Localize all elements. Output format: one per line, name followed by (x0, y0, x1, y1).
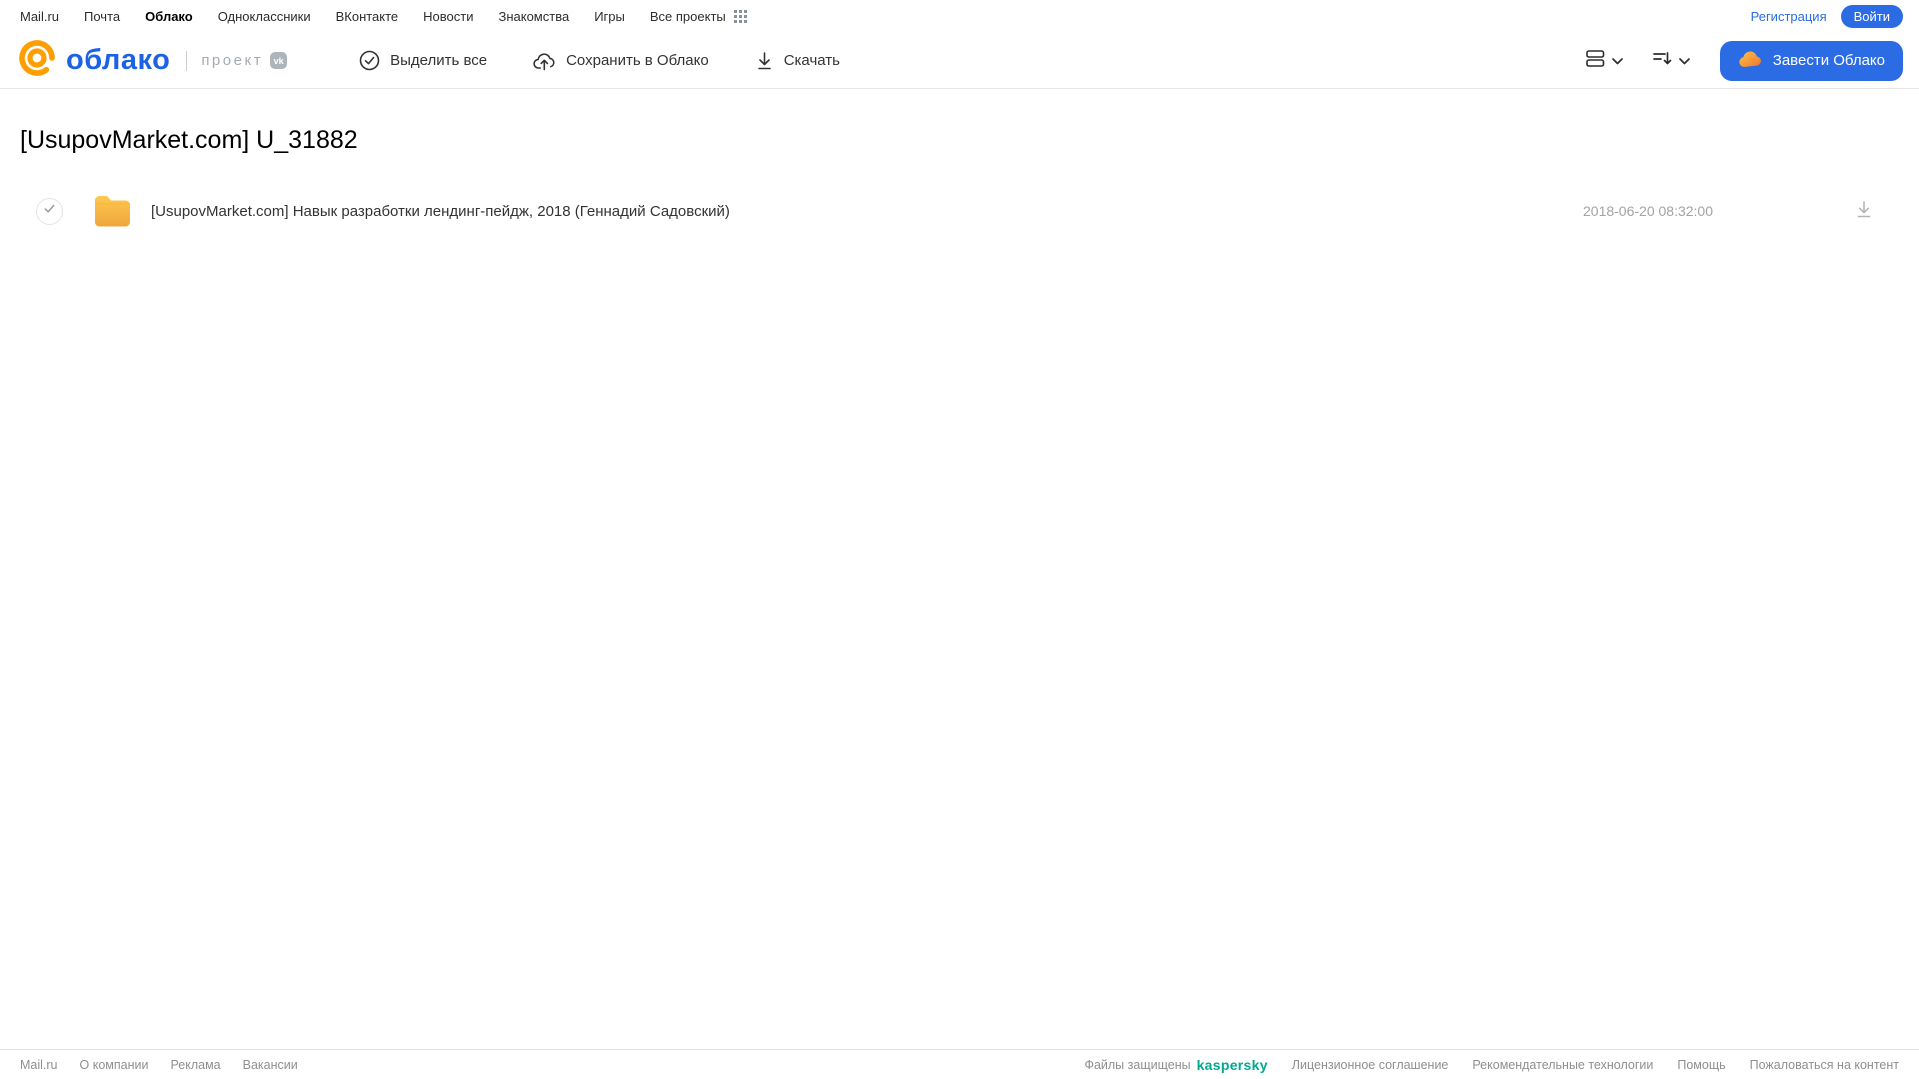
cloud-header: облако проект vk Выделить все Сохранить … (0, 33, 1919, 89)
footer-right-links: Файлы защищены kaspersky Лицензионное со… (1084, 1057, 1899, 1073)
file-date: 2018-06-20 08:32:00 (1583, 203, 1713, 219)
topnav-item-games[interactable]: Игры (594, 9, 625, 24)
check-circle-icon (359, 50, 380, 71)
page-footer: Mail.ru О компании Реклама Вакансии Файл… (0, 1049, 1919, 1079)
footer-link-report-content[interactable]: Пожаловаться на контент (1750, 1058, 1899, 1072)
get-cloud-label: Завести Облако (1772, 52, 1885, 69)
footer-left-links: Mail.ru О компании Реклама Вакансии (20, 1058, 298, 1072)
kaspersky-protection: Файлы защищены kaspersky (1084, 1057, 1267, 1073)
share-content: [UsupovMarket.com] U_31882 [UsupovMarket… (0, 125, 1919, 235)
cloud-upload-icon (533, 51, 556, 71)
footer-link-about[interactable]: О компании (80, 1058, 149, 1072)
share-toolbar: Выделить все Сохранить в Облако Скачать (359, 50, 840, 71)
file-row[interactable]: [UsupovMarket.com] Навык разработки ленд… (20, 187, 1899, 235)
footer-link-license[interactable]: Лицензионное соглашение (1292, 1058, 1449, 1072)
project-label: проект (201, 52, 264, 69)
select-all-button[interactable]: Выделить все (359, 50, 487, 71)
cloud-icon (1738, 50, 1763, 72)
checkbox-check-icon (42, 201, 57, 221)
file-name-link[interactable]: [UsupovMarket.com] Навык разработки ленд… (151, 203, 730, 220)
header-controls: Завести Облако (1578, 40, 1903, 81)
logo-divider (186, 50, 188, 71)
protected-by-label: Файлы защищены (1084, 1057, 1191, 1072)
topnav-item-dating[interactable]: Знакомства (498, 9, 569, 24)
login-button[interactable]: Войти (1840, 5, 1903, 28)
footer-link-jobs[interactable]: Вакансии (243, 1058, 298, 1072)
vk-icon: vk (270, 52, 288, 69)
topnav-item-odnoklassniki[interactable]: Одноклассники (218, 9, 311, 24)
cloud-logo[interactable]: облако проект vk (16, 37, 288, 84)
file-download-button[interactable] (1855, 200, 1873, 222)
save-to-cloud-label: Сохранить в Облако (566, 52, 709, 69)
kaspersky-logo[interactable]: kaspersky (1197, 1057, 1268, 1073)
topnav-item-news[interactable]: Новости (423, 9, 473, 24)
get-cloud-button[interactable]: Завести Облако (1719, 40, 1903, 81)
chevron-down-icon (1678, 52, 1690, 70)
download-icon (755, 51, 774, 71)
select-all-label: Выделить все (390, 52, 488, 69)
chevron-down-icon (1611, 52, 1623, 70)
save-to-cloud-button[interactable]: Сохранить в Облако (533, 51, 709, 71)
at-logo-icon (16, 37, 58, 84)
topnav-item-all-projects[interactable]: Все проекты (650, 9, 726, 24)
logo-wordmark: облако (66, 44, 171, 76)
topnav-item-mailru[interactable]: Mail.ru (20, 9, 59, 24)
topnav-item-mail[interactable]: Почта (84, 9, 120, 24)
topnav-item-cloud[interactable]: Облако (145, 9, 193, 24)
download-button[interactable]: Скачать (755, 51, 840, 71)
footer-link-mailru[interactable]: Mail.ru (20, 1058, 58, 1072)
download-icon (1855, 200, 1873, 222)
file-checkbox[interactable] (36, 197, 63, 225)
registration-link[interactable]: Регистрация (1751, 9, 1827, 24)
apps-grid-icon[interactable] (733, 10, 747, 23)
folder-icon (92, 191, 133, 232)
footer-link-ads[interactable]: Реклама (170, 1058, 220, 1072)
topnav-item-vkontakte[interactable]: ВКонтакте (336, 9, 399, 24)
portal-nav: Mail.ru Почта Облако Одноклассники ВКонт… (20, 9, 726, 24)
topnav-auth: Регистрация Войти (1751, 5, 1903, 28)
download-label: Скачать (783, 52, 840, 69)
footer-link-help[interactable]: Помощь (1677, 1058, 1725, 1072)
sort-icon (1652, 51, 1672, 71)
footer-link-recommendation-tech[interactable]: Рекомендательные технологии (1472, 1058, 1653, 1072)
view-mode-icon (1585, 49, 1605, 72)
sort-selector[interactable] (1645, 45, 1698, 77)
portal-top-bar: Mail.ru Почта Облако Одноклассники ВКонт… (0, 0, 1919, 33)
view-mode-selector[interactable] (1578, 44, 1631, 78)
page-title: [UsupovMarket.com] U_31882 (20, 126, 358, 154)
